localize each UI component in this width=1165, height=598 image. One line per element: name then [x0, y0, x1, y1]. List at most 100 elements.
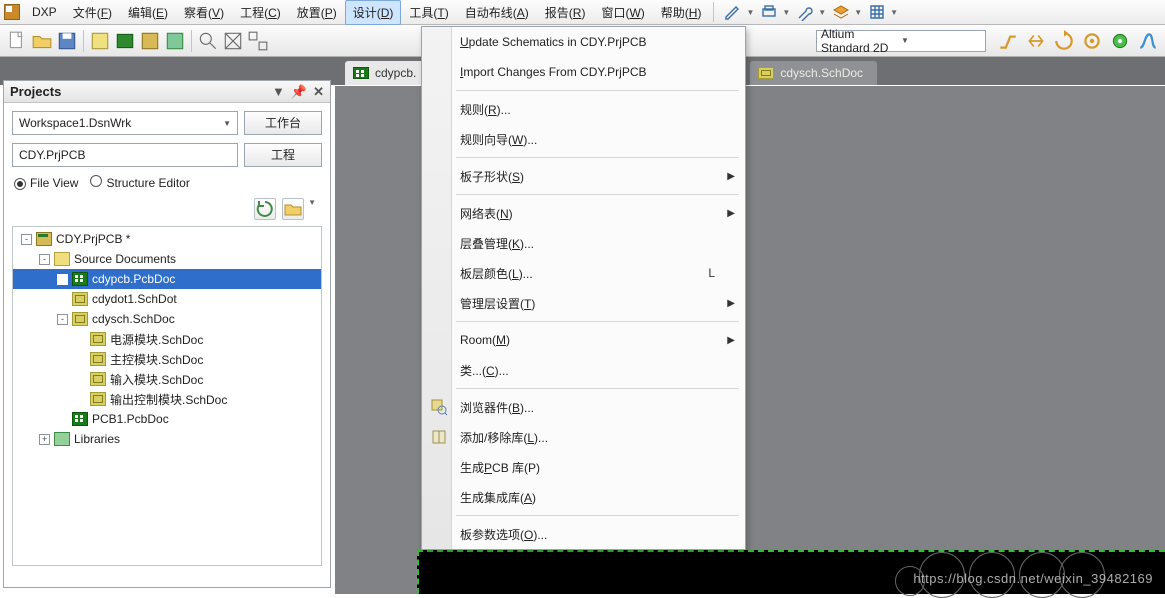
- project-icon[interactable]: [139, 30, 161, 52]
- workspace-combo[interactable]: Workspace1.DsnWrk ▼: [12, 111, 238, 135]
- menu-item[interactable]: 网络表(N)▶: [422, 198, 745, 228]
- menu-f[interactable]: 文件(F): [65, 0, 120, 25]
- menu-c[interactable]: 工程(C): [232, 0, 289, 25]
- tree-toggle-icon[interactable]: -: [57, 314, 68, 325]
- radio-dot-icon: [90, 175, 102, 187]
- tree-row[interactable]: - Source Documents: [13, 249, 321, 269]
- zoom-area-icon[interactable]: [197, 30, 219, 52]
- pcb-doc-icon: [353, 67, 369, 79]
- sch-doc-icon: [72, 292, 88, 306]
- tree-row[interactable]: -cdysch.SchDoc: [13, 309, 321, 329]
- menu-item[interactable]: Room(M)▶: [422, 325, 745, 355]
- new-doc-icon[interactable]: [6, 30, 28, 52]
- pcb-doc-icon[interactable]: [114, 30, 136, 52]
- menu-w[interactable]: 窗口(W): [593, 0, 652, 25]
- menu-separator: [456, 90, 739, 91]
- open-folder-icon[interactable]: [31, 30, 53, 52]
- menu-item[interactable]: 层叠管理(K)...: [422, 228, 745, 258]
- save-icon[interactable]: [56, 30, 78, 52]
- menu-a[interactable]: 自动布线(A): [457, 0, 537, 25]
- tab-label: cdypcb.: [375, 66, 416, 80]
- project-field[interactable]: CDY.PrjPCB: [12, 143, 238, 167]
- place-wire-icon[interactable]: [1137, 30, 1159, 52]
- tree-toggle-icon[interactable]: -: [39, 254, 50, 265]
- tree-toggle-icon[interactable]: -: [21, 234, 32, 245]
- menu-item-label: 生成集成库(A): [460, 489, 536, 506]
- library-book-icon: [430, 428, 448, 446]
- menu-item[interactable]: 板参数选项(O)...: [422, 519, 745, 549]
- workspace-button[interactable]: 工作台: [244, 111, 322, 135]
- menu-item[interactable]: Import Changes From CDY.PrjPCB: [422, 57, 745, 87]
- menu-item[interactable]: 板子形状(S)▶: [422, 161, 745, 191]
- menu-item[interactable]: 生成集成库(A): [422, 482, 745, 512]
- integrated-lib-icon[interactable]: [164, 30, 186, 52]
- sch-doc-icon: [72, 312, 88, 326]
- menu-separator: [456, 321, 739, 322]
- menubar-separator: [713, 2, 714, 22]
- project-tree[interactable]: -CDY.PrjPCB *-Source Documentscdypcb.Pcb…: [12, 226, 322, 566]
- tab-cdysch[interactable]: cdysch.SchDoc: [750, 61, 877, 85]
- menu-e[interactable]: 编辑(E): [120, 0, 176, 25]
- menu-item[interactable]: 板层颜色(L)...L: [422, 258, 745, 288]
- menu-p[interactable]: 放置(P): [289, 0, 345, 25]
- menu-item[interactable]: 浏览器件(B)...: [422, 392, 745, 422]
- menu-item[interactable]: 规则向导(W)...: [422, 124, 745, 154]
- open-project-icon[interactable]: [282, 198, 304, 220]
- chevron-down-icon: ▼: [901, 36, 981, 45]
- menu-item[interactable]: 管理层设置(T)▶: [422, 288, 745, 318]
- radio-file-view[interactable]: File View: [14, 176, 78, 190]
- refresh-icon[interactable]: [254, 198, 276, 220]
- chevron-down-icon: ▼: [223, 119, 231, 128]
- menu-item[interactable]: Update Schematics in CDY.PrjPCB: [422, 27, 745, 57]
- place-pad-icon[interactable]: [1081, 30, 1103, 52]
- menu-item-label: 浏览器件(B)...: [460, 399, 534, 416]
- tree-label: PCB1.PcbDoc: [92, 412, 169, 426]
- menu-v[interactable]: 察看(V): [176, 0, 232, 25]
- tree-row[interactable]: -CDY.PrjPCB *: [13, 229, 321, 249]
- tree-row[interactable]: 主控模块.SchDoc: [13, 349, 321, 369]
- tree-toggle-icon: [75, 374, 86, 385]
- workspace-value: Workspace1.DsnWrk: [19, 116, 131, 130]
- tree-toggle-icon[interactable]: +: [39, 434, 50, 445]
- project-button[interactable]: 工程: [244, 143, 322, 167]
- menu-item-label: 板参数选项(O)...: [460, 526, 547, 543]
- view-mode-combo[interactable]: Altium Standard 2D ▼: [816, 30, 986, 52]
- tree-label: 主控模块.SchDoc: [110, 351, 203, 368]
- zoom-fit-icon[interactable]: [222, 30, 244, 52]
- menu-item[interactable]: 类...(C)...: [422, 355, 745, 385]
- print-icon[interactable]: [760, 3, 778, 21]
- route-icon[interactable]: [997, 30, 1019, 52]
- menu-item[interactable]: 生成PCB 库(P): [422, 452, 745, 482]
- radio-structure-editor[interactable]: Structure Editor: [90, 175, 189, 190]
- menu-item[interactable]: 规则(R)...: [422, 94, 745, 124]
- tree-row[interactable]: 电源模块.SchDoc: [13, 329, 321, 349]
- zoom-selected-icon[interactable]: [247, 30, 269, 52]
- panel-menu-icon[interactable]: ▼: [272, 84, 285, 99]
- layers-icon[interactable]: [832, 3, 850, 21]
- menu-d[interactable]: 设计(D): [345, 0, 402, 25]
- menu-r[interactable]: 报告(R): [537, 0, 594, 25]
- tab-cdypcb[interactable]: cdypcb.: [345, 61, 430, 85]
- wrench-icon[interactable]: [796, 3, 814, 21]
- tree-row[interactable]: cdydot1.SchDot: [13, 289, 321, 309]
- close-icon[interactable]: ✕: [313, 84, 324, 100]
- tree-row[interactable]: 输入模块.SchDoc: [13, 369, 321, 389]
- tree-row[interactable]: cdypcb.PcbDoc: [13, 269, 321, 289]
- app-name[interactable]: DXP: [24, 1, 65, 23]
- tree-label: Source Documents: [74, 252, 176, 266]
- menu-item[interactable]: 添加/移除库(L)...: [422, 422, 745, 452]
- folder-icon: [54, 252, 70, 266]
- tree-row[interactable]: PCB1.PcbDoc: [13, 409, 321, 429]
- sheet-icon[interactable]: [89, 30, 111, 52]
- pin-icon[interactable]: 📌: [291, 84, 307, 100]
- flip-icon[interactable]: [1025, 30, 1047, 52]
- menu-separator: [456, 515, 739, 516]
- grid-icon[interactable]: [868, 3, 886, 21]
- rotate-icon[interactable]: [1053, 30, 1075, 52]
- tree-row[interactable]: +Libraries: [13, 429, 321, 449]
- place-via-icon[interactable]: [1109, 30, 1131, 52]
- tree-row[interactable]: 输出控制模块.SchDoc: [13, 389, 321, 409]
- menu-t[interactable]: 工具(T): [401, 0, 456, 25]
- menu-h[interactable]: 帮助(H): [653, 0, 710, 25]
- pencil-icon[interactable]: [724, 3, 742, 21]
